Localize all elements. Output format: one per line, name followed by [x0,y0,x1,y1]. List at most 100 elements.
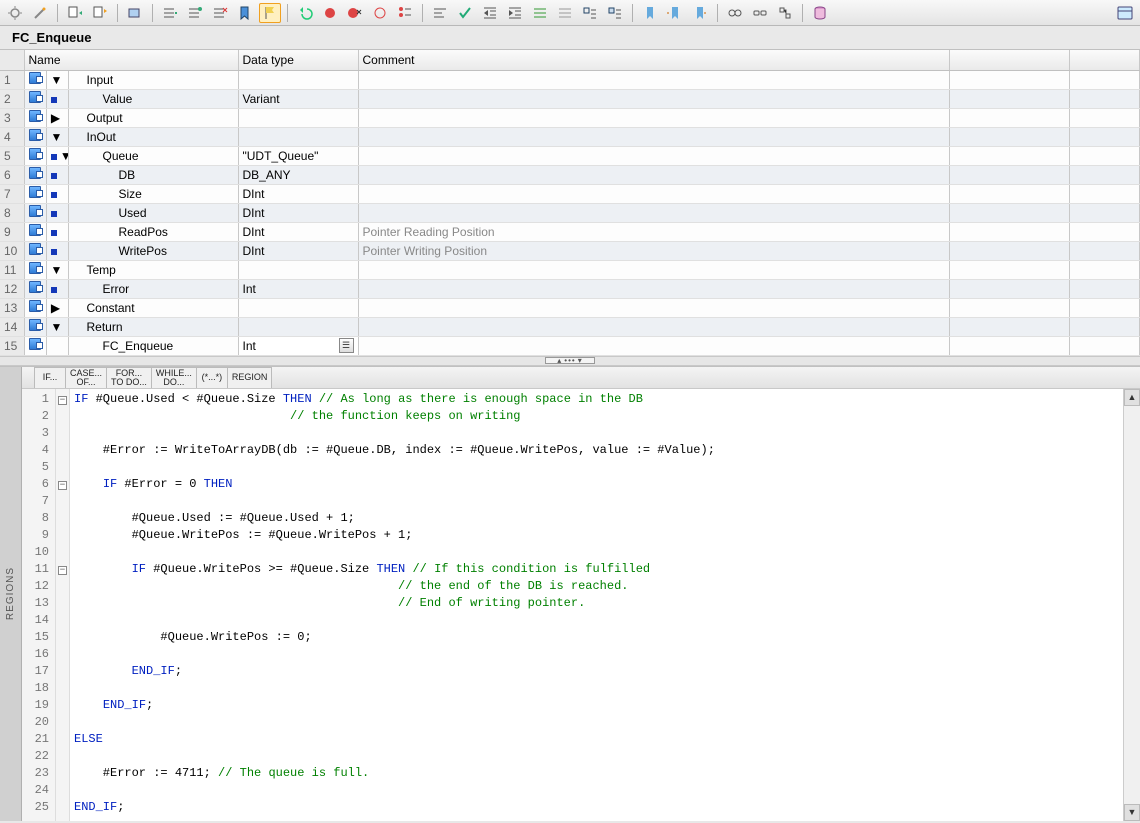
tb-uncomment-icon[interactable] [554,3,576,23]
tb-break-disable-icon[interactable] [369,3,391,23]
tb-block-icon[interactable] [124,3,146,23]
snip-for[interactable]: FOR...TO DO... [106,367,152,388]
iface-row[interactable]: 14▼Return [0,317,1140,336]
hdr-name[interactable]: Name [24,50,238,70]
tb-break-del-icon[interactable] [344,3,366,23]
cell-name[interactable]: DB [68,165,238,184]
cell-datatype[interactable] [238,260,358,279]
cell-datatype[interactable]: DInt [238,222,358,241]
hdr-extra1[interactable] [950,50,1070,70]
iface-row[interactable]: 11▼Temp [0,260,1140,279]
iface-row[interactable]: 12ErrorInt [0,279,1140,298]
hdr-datatype[interactable]: Data type [238,50,358,70]
hdr-comment[interactable]: Comment [358,50,950,70]
cell-name[interactable]: Output [68,108,238,127]
tb-expand-icon[interactable] [604,3,626,23]
iface-row[interactable]: 7SizeDInt [0,184,1140,203]
cell-comment[interactable]: Pointer Reading Position [358,222,950,241]
cell-datatype[interactable]: DInt [238,184,358,203]
cell-name[interactable]: FC_Enqueue [68,336,238,355]
expander-icon[interactable]: ▼ [51,130,61,144]
cell-name[interactable]: Constant [68,298,238,317]
cell-name[interactable]: Return [68,317,238,336]
vert-scrollbar[interactable]: ▲ ▼ [1123,389,1140,821]
hdr-extra2[interactable] [1070,50,1140,70]
cell-comment[interactable] [358,70,950,89]
cell-datatype[interactable]: DInt [238,241,358,260]
snip-while[interactable]: WHILE...DO... [151,367,197,388]
cell-comment[interactable] [358,184,950,203]
expander-icon[interactable]: ▶ [51,301,61,315]
tb-undo-icon[interactable] [294,3,316,23]
iface-row[interactable]: 5 ▼Queue"UDT_Queue" [0,146,1140,165]
tb-import-icon[interactable] [64,3,86,23]
cell-name[interactable]: InOut [68,127,238,146]
tb-check-icon[interactable] [454,3,476,23]
cell-datatype[interactable]: Variant [238,89,358,108]
snip-if[interactable]: IF... [34,367,66,388]
scroll-down-icon[interactable]: ▼ [1124,804,1140,821]
iface-row[interactable]: 1▼Input [0,70,1140,89]
tb-insert-row-icon[interactable] [159,3,181,23]
cell-comment[interactable] [358,336,950,355]
iface-row[interactable]: 4▼InOut [0,127,1140,146]
cell-name[interactable]: Input [68,70,238,89]
tb-collapse-icon[interactable] [579,3,601,23]
tb-flag-icon[interactable] [259,3,281,23]
expander-icon[interactable]: ▼ [51,263,61,277]
splitter-handle[interactable]: ▴•••▾ [0,356,1140,366]
cell-comment[interactable] [358,317,950,336]
expander-icon[interactable]: ▶ [51,111,61,125]
tb-bookmark2-icon[interactable] [639,3,661,23]
cell-datatype[interactable]: Int [238,279,358,298]
expander-icon[interactable]: ▼ [51,73,61,87]
cell-comment[interactable] [358,260,950,279]
cell-name[interactable]: Queue [68,146,238,165]
cell-comment[interactable]: Pointer Writing Position [358,241,950,260]
snip-region[interactable]: REGION [227,367,273,388]
cell-comment[interactable] [358,127,950,146]
tb-bm-prev-icon[interactable] [664,3,686,23]
tb-wand-icon[interactable] [29,3,51,23]
tb-indent-in-icon[interactable] [479,3,501,23]
tb-db-icon[interactable] [809,3,831,23]
tb-del-row-icon[interactable] [209,3,231,23]
cell-name[interactable]: Temp [68,260,238,279]
code-editor[interactable]: 1234567891011121314151617181920212223242… [22,389,1140,821]
iface-row[interactable]: 9ReadPosDIntPointer Reading Position [0,222,1140,241]
tb-comment-icon[interactable] [529,3,551,23]
cell-name[interactable]: ReadPos [68,222,238,241]
cell-name[interactable]: Value [68,89,238,108]
expander-icon[interactable]: ▼ [60,149,68,163]
scroll-up-icon[interactable]: ▲ [1124,389,1140,406]
cell-datatype[interactable]: DInt [238,203,358,222]
tb-bm-next-icon[interactable] [689,3,711,23]
cell-name[interactable]: Error [68,279,238,298]
tb-bookmark-icon[interactable] [234,3,256,23]
cell-datatype[interactable]: "UDT_Queue" [238,146,358,165]
cell-comment[interactable] [358,279,950,298]
cell-datatype[interactable]: DB_ANY [238,165,358,184]
cell-name[interactable]: Used [68,203,238,222]
cell-name[interactable]: WritePos [68,241,238,260]
tb-glasses-icon[interactable] [749,3,771,23]
cell-comment[interactable] [358,146,950,165]
cell-datatype[interactable] [238,298,358,317]
cell-datatype[interactable] [238,108,358,127]
expander-icon[interactable]: ▼ [51,320,61,334]
cell-datatype[interactable] [238,127,358,146]
cell-comment[interactable] [358,89,950,108]
snip-case[interactable]: CASE...OF... [65,367,107,388]
tb-layout-icon[interactable] [1114,3,1136,23]
cell-comment[interactable] [358,298,950,317]
cell-datatype[interactable] [238,70,358,89]
tb-break-set-icon[interactable] [319,3,341,23]
cell-datatype[interactable]: Int☰ [238,336,358,355]
iface-row[interactable]: 15FC_EnqueueInt☰ [0,336,1140,355]
tb-break-list-icon[interactable] [394,3,416,23]
tb-format-icon[interactable] [429,3,451,23]
tb-indent-out-icon[interactable] [504,3,526,23]
tb-xref-icon[interactable] [774,3,796,23]
cell-comment[interactable] [358,165,950,184]
dropdown-icon[interactable]: ☰ [339,338,354,353]
